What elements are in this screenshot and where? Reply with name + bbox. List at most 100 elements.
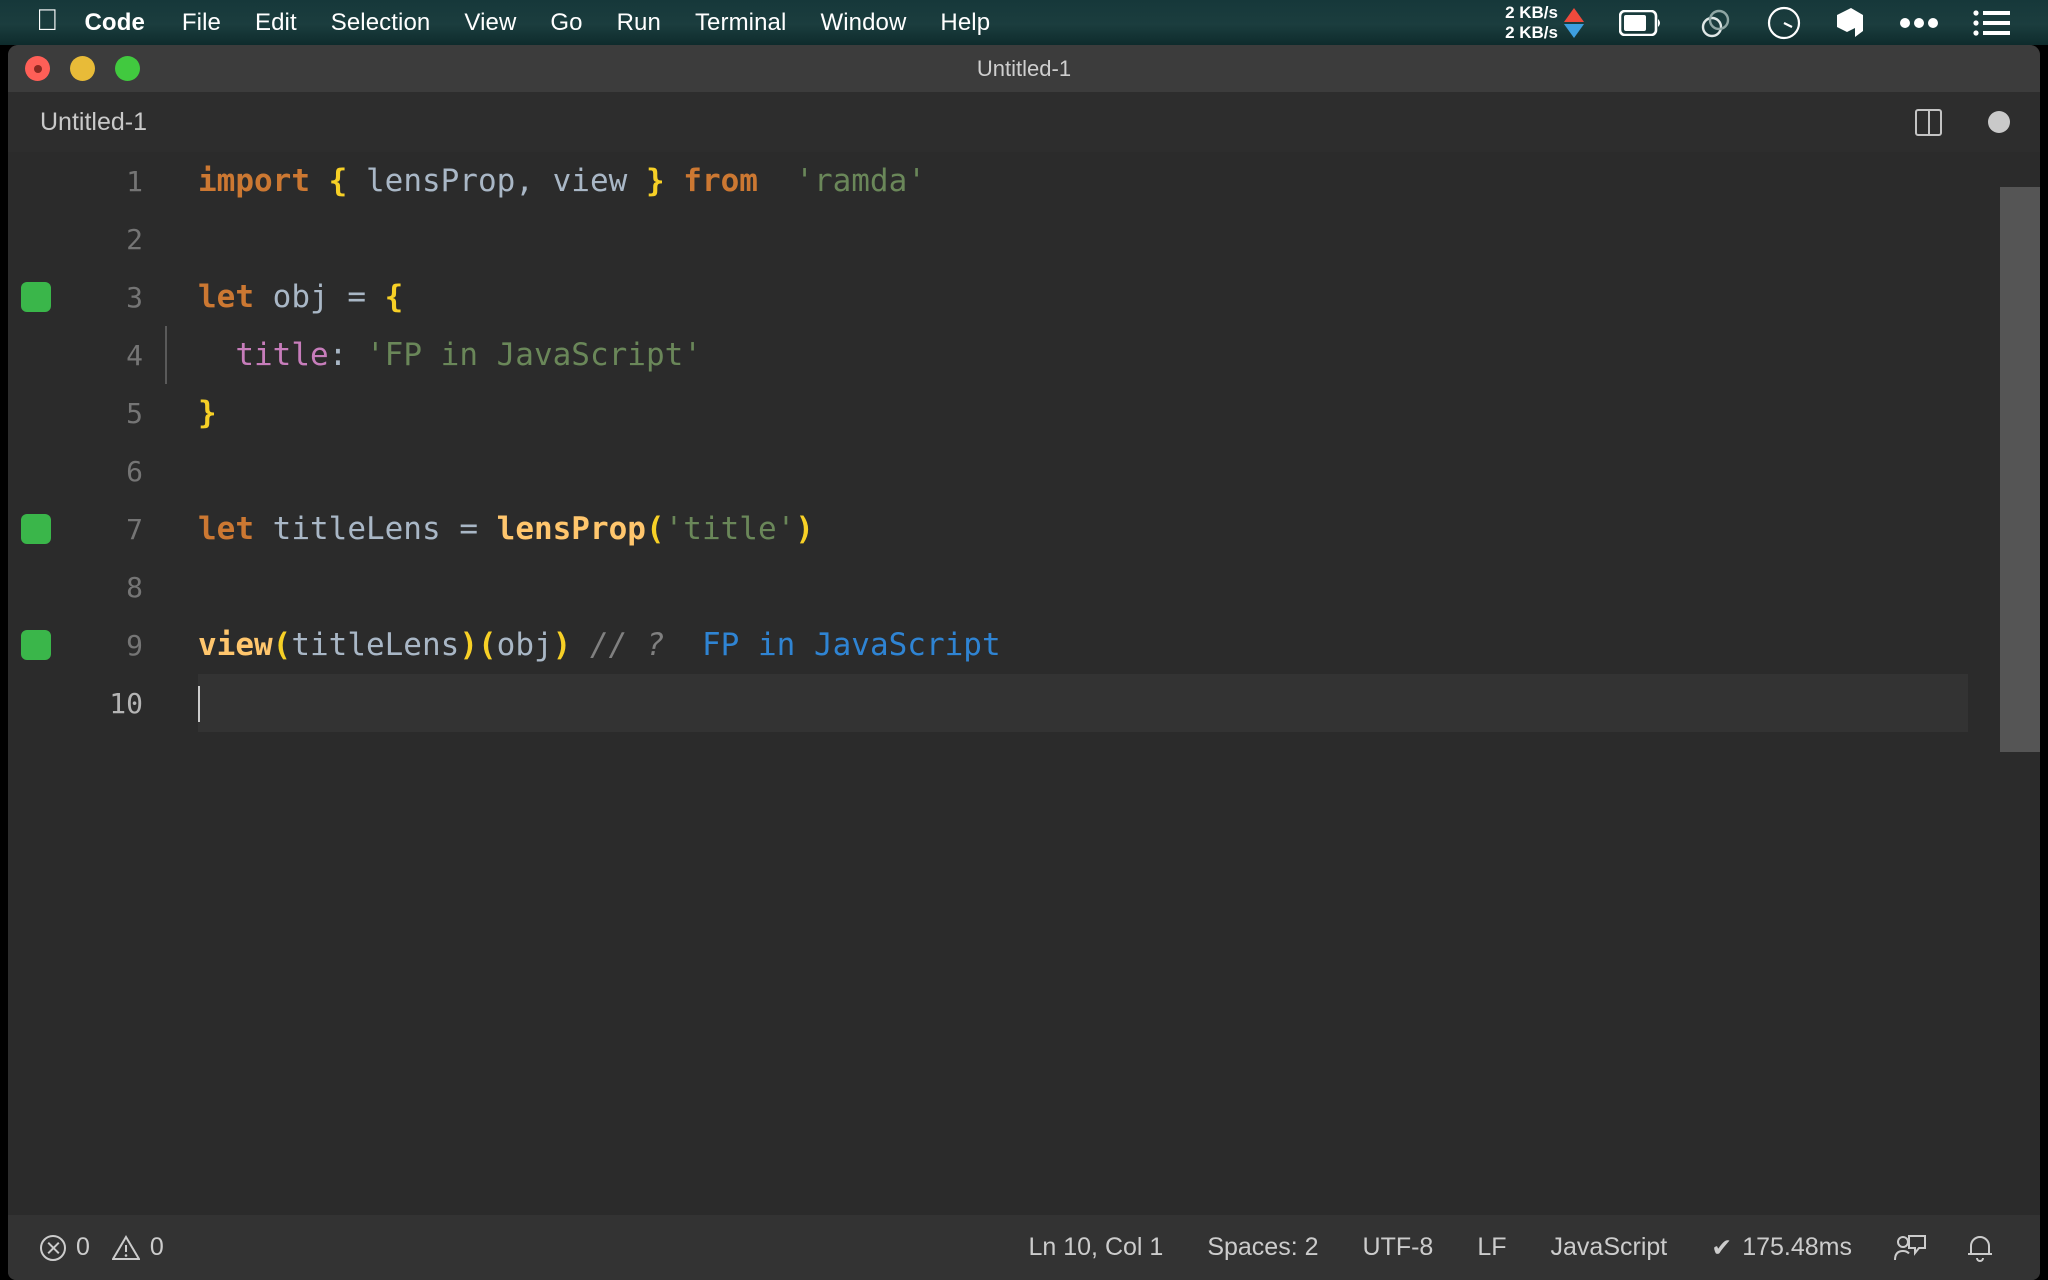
code-line-5[interactable]: 5} <box>8 384 2040 442</box>
tab-bar-actions <box>1915 109 2040 136</box>
token: } <box>646 163 665 199</box>
line-ending-status[interactable]: LF <box>1455 1233 1528 1262</box>
line-number: 10 <box>8 687 143 720</box>
minimize-button[interactable] <box>70 56 95 81</box>
token: ( <box>273 627 292 663</box>
code-line-7[interactable]: 7let titleLens = lensProp('title') <box>8 500 2040 558</box>
menu-item-window[interactable]: Window <box>803 9 923 37</box>
notifications-bell-icon[interactable] <box>1946 1233 2014 1263</box>
macos-menu-bar:  CodeFileEditSelectionViewGoRunTerminal… <box>0 0 2048 45</box>
problems-status[interactable]: 0 0 <box>40 1233 186 1262</box>
token: let <box>198 511 254 547</box>
token: : <box>329 337 348 373</box>
menu-item-view[interactable]: View <box>447 9 533 37</box>
code-text[interactable]: let obj = { <box>198 279 403 315</box>
token <box>758 163 795 199</box>
cursor-position-status[interactable]: Ln 10, Col 1 <box>1007 1233 1186 1262</box>
code-text[interactable] <box>198 684 200 722</box>
network-speed-indicator[interactable]: 2 KB/s 2 KB/s <box>1505 3 1584 43</box>
download-speed: 2 KB/s <box>1505 23 1558 43</box>
token: FP in JavaScript <box>702 627 1001 663</box>
split-editor-icon[interactable] <box>1915 109 1942 136</box>
gutter-marker-icon[interactable] <box>21 282 51 312</box>
maximize-button[interactable] <box>115 56 140 81</box>
token: 'FP in JavaScript' <box>366 337 702 373</box>
battery-icon[interactable] <box>1619 10 1663 36</box>
line-number: 6 <box>8 455 143 488</box>
menu-item-go[interactable]: Go <box>533 9 599 37</box>
token: ) <box>553 627 572 663</box>
encoding-status[interactable]: UTF-8 <box>1341 1233 1456 1262</box>
indentation-status[interactable]: Spaces: 2 <box>1185 1233 1340 1262</box>
upload-speed: 2 KB/s <box>1505 3 1558 23</box>
token: ( <box>478 627 497 663</box>
vscode-window: Untitled-1 Untitled-1 1 import { lensProp… <box>8 45 2040 1280</box>
code-text[interactable]: let titleLens = lensProp('title') <box>198 511 814 547</box>
token: let <box>198 279 254 315</box>
unsaved-dot-icon[interactable] <box>1988 111 2010 133</box>
editor-tab-bar: Untitled-1 <box>8 92 2040 152</box>
menu-item-code[interactable]: Code <box>85 9 165 37</box>
menu-item-run[interactable]: Run <box>600 9 678 37</box>
editor-vertical-scrollbar[interactable] <box>2000 187 2040 752</box>
token <box>478 511 497 547</box>
menu-item-selection[interactable]: Selection <box>314 9 448 37</box>
token <box>310 163 329 199</box>
token <box>198 337 235 373</box>
token: from <box>683 163 758 199</box>
list-icon[interactable] <box>1973 9 2011 37</box>
token: ) <box>459 627 478 663</box>
menu-items: CodeFileEditSelectionViewGoRunTerminalWi… <box>85 9 1008 37</box>
code-line-6[interactable]: 6 <box>8 442 2040 500</box>
menu-item-file[interactable]: File <box>165 9 238 37</box>
code-text[interactable]: import { lensProp, view } from 'ramda' <box>198 163 926 199</box>
line-number: 1 <box>8 165 143 198</box>
menu-item-edit[interactable]: Edit <box>238 9 314 37</box>
wifi-icon[interactable] <box>1697 7 1733 39</box>
code-line-9[interactable]: 9view(titleLens)(obj) // ? FP in JavaScr… <box>8 616 2040 674</box>
token: obj <box>254 279 347 315</box>
ellipsis-icon[interactable] <box>1899 17 1939 29</box>
code-line-8[interactable]: 8 <box>8 558 2040 616</box>
quokka-run-status[interactable]: ✔ 175.48ms <box>1689 1233 1874 1263</box>
window-title-bar: Untitled-1 <box>8 45 2040 92</box>
tab-untitled-1[interactable]: Untitled-1 <box>8 92 173 152</box>
code-text[interactable]: title: 'FP in JavaScript' <box>198 337 702 373</box>
token: { <box>329 163 348 199</box>
box-icon[interactable] <box>1835 6 1865 40</box>
code-line-1[interactable]: 1 import { lensProp, view } from 'ramda' <box>8 152 2040 210</box>
token: lensProp, view <box>347 163 646 199</box>
code-line-10[interactable]: 10 <box>8 674 2040 732</box>
gutter-marker-icon[interactable] <box>21 514 51 544</box>
code-text[interactable]: } <box>198 395 217 431</box>
apple-logo-icon[interactable]:  <box>36 6 59 36</box>
token: titleLens <box>254 511 459 547</box>
token <box>665 163 684 199</box>
token: title <box>235 337 328 373</box>
line-number: 5 <box>8 397 143 430</box>
code-line-3[interactable]: 3let obj = { <box>8 268 2040 326</box>
download-arrow-icon <box>1564 24 1584 38</box>
gutter-marker-icon[interactable] <box>21 630 51 660</box>
menu-item-help[interactable]: Help <box>923 9 1007 37</box>
clock-icon[interactable] <box>1767 6 1801 40</box>
token <box>366 279 385 315</box>
code-line-2[interactable]: 2 <box>8 210 2040 268</box>
close-button[interactable] <box>25 56 50 81</box>
token <box>571 627 590 663</box>
menu-item-terminal[interactable]: Terminal <box>678 9 804 37</box>
code-editor[interactable]: 1 import { lensProp, view } from 'ramda' 2… <box>8 152 2040 1215</box>
check-icon: ✔ <box>1711 1233 1732 1263</box>
code-text[interactable]: view(titleLens)(obj) // ? FP in JavaScri… <box>198 627 1001 663</box>
text-cursor <box>198 686 200 722</box>
token: obj <box>497 627 553 663</box>
code-lines: 1 import { lensProp, view } from 'ramda' 2… <box>8 152 2040 732</box>
indent-guide <box>165 326 167 384</box>
language-mode-status[interactable]: JavaScript <box>1529 1233 1690 1262</box>
token: ( <box>646 511 665 547</box>
feedback-person-icon[interactable] <box>1874 1233 1946 1263</box>
code-line-4[interactable]: 4 title: 'FP in JavaScript' <box>8 326 2040 384</box>
line-number: 8 <box>8 571 143 604</box>
traffic-lights <box>25 56 140 81</box>
token: = <box>347 279 366 315</box>
